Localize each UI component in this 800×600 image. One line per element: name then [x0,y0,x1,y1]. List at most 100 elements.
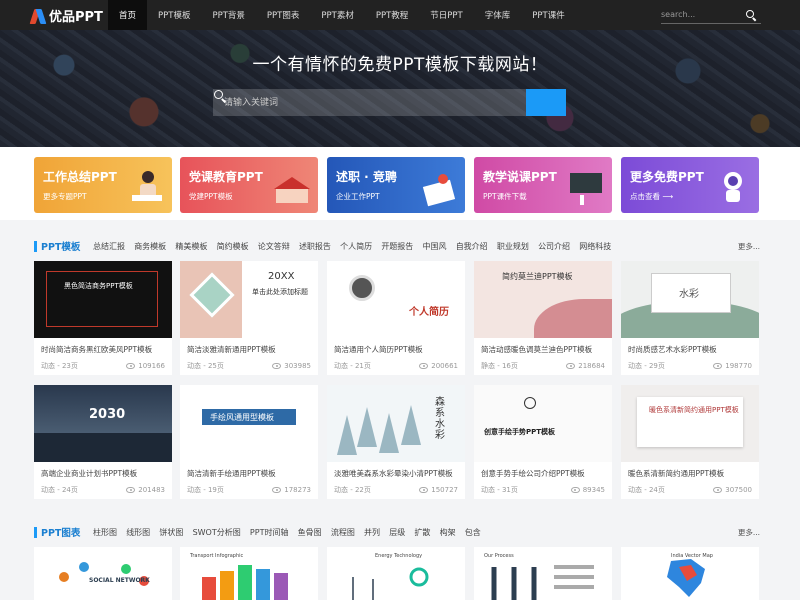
category-banners: 工作总结PPT 更多专题PPT 党课教育PPT 党建PPT模板 述职 · 竞聘 … [0,147,800,220]
tag-link[interactable]: 扩散 [414,527,430,538]
template-card[interactable]: 2030 高端企业商业计划书PPT模板 动态 - 24页 201483 [34,385,172,499]
template-card[interactable]: 黑色简洁商务PPT模板 时尚简洁商务黑红欧美风PPT模板 动态 - 23页 109… [34,261,172,375]
template-card[interactable]: 森系水彩 淡雅唯美森系水彩晕染小清PPT模板 动态 - 22页 150727 [327,385,465,499]
nav-link-charts[interactable]: PPT图表 [256,0,310,30]
tag-link[interactable]: 论文答辩 [258,241,290,252]
hero-search-button[interactable] [214,89,566,116]
category-title: 党课教育PPT [189,170,263,184]
template-card[interactable]: 创意手绘手势PPT模板 创意手势手绘公司介绍PPT模板 动态 - 31页 8934… [474,385,612,499]
more-link[interactable]: 更多... [738,527,760,538]
chart-thumbnail[interactable]: SOCIAL NETWORK [34,547,172,600]
template-title[interactable]: 时尚质感艺术水彩PPT模板 [628,344,756,355]
template-thumbnail[interactable]: 个人简历 [327,261,465,338]
search-icon[interactable] [745,9,757,21]
section-title[interactable]: PPT图表 [41,525,80,539]
tag-link[interactable]: 包含 [465,527,481,538]
template-card[interactable]: 个人简历 简洁通用个人简历PPT模板 动态 - 21页 200661 [327,261,465,375]
template-title[interactable]: 简洁清新手绘通用PPT模板 [187,468,315,479]
chart-thumbnail[interactable]: Transport Infographic [180,547,318,600]
tag-link[interactable]: 开题报告 [381,241,413,252]
hero-search-input[interactable] [213,89,526,116]
eye-icon [566,363,576,369]
template-title[interactable]: 简洁通用个人简历PPT模板 [334,344,462,355]
nav-search-input[interactable] [661,6,745,23]
nav-link-fonts[interactable]: 字体库 [474,0,522,30]
template-title[interactable]: 时尚简洁商务黑红欧美风PPT模板 [41,344,169,355]
chart-card[interactable]: Transport Infographic [180,547,318,600]
category-title: 工作总结PPT [43,170,117,184]
view-count: 307500 [725,486,752,494]
eye-icon [419,363,429,369]
nav-link-courseware[interactable]: PPT课件 [521,0,575,30]
template-thumbnail[interactable]: 黑色简洁商务PPT模板 [34,261,172,338]
template-title[interactable]: 淡雅唯美森系水彩晕染小清PPT模板 [334,468,462,479]
category-teaching[interactable]: 教学说课PPT PPT课件下载 [474,157,612,213]
person-laptop-icon [132,171,162,201]
category-party-education[interactable]: 党课教育PPT 党建PPT模板 [180,157,318,213]
chart-thumbnail[interactable]: Energy Technology [327,547,465,600]
template-meta: 动态 - 25页 [187,362,224,370]
template-thumbnail[interactable]: 简约莫兰迪PPT模板 [474,261,612,338]
tag-link[interactable]: 总结汇报 [93,241,125,252]
more-link[interactable]: 更多... [738,241,760,252]
template-title[interactable]: 暖色系清新简约通用PPT模板 [628,468,756,479]
template-title[interactable]: 创意手势手绘公司介绍PPT模板 [481,468,609,479]
chart-thumbnail[interactable]: India Vector Map [621,547,759,600]
template-thumbnail[interactable]: 2030 [34,385,172,462]
template-title[interactable]: 简洁动感暖色调莫兰迪色PPT模板 [481,344,609,355]
tag-link[interactable]: 构架 [440,527,456,538]
nav-link-templates[interactable]: PPT模板 [147,0,201,30]
tag-link[interactable]: 述职报告 [299,241,331,252]
chart-card[interactable]: Our Process [474,547,612,600]
nav-link-home[interactable]: 首页 [108,0,148,30]
chart-thumbnail[interactable]: Our Process [474,547,612,600]
nav-link-materials[interactable]: PPT素材 [310,0,364,30]
tag-link[interactable]: PPT时间轴 [250,527,289,538]
tag-link[interactable]: 商务模板 [134,241,166,252]
tag-link[interactable]: 流程图 [331,527,355,538]
nav-link-holidays[interactable]: 节日PPT [419,0,473,30]
category-work-summary[interactable]: 工作总结PPT 更多专题PPT [34,157,172,213]
template-title[interactable]: 高端企业商业计划书PPT模板 [41,468,169,479]
chart-card[interactable]: SOCIAL NETWORK [34,547,172,600]
template-card[interactable]: 水彩 时尚质感艺术水彩PPT模板 动态 - 29页 198770 [621,261,759,375]
template-thumbnail[interactable]: 手绘风通用型模板 [180,385,318,462]
tag-link[interactable]: 职业规划 [497,241,529,252]
chart-card[interactable]: Energy Technology [327,547,465,600]
category-more-free[interactable]: 更多免费PPT 点击查看 ⟶ [621,157,759,213]
tag-link[interactable]: 自我介绍 [456,241,488,252]
tag-link[interactable]: 层级 [389,527,405,538]
template-thumbnail[interactable]: 森系水彩 [327,385,465,462]
tag-link[interactable]: 线形图 [126,527,150,538]
hero-banner: 一个有情怀的免费PPT模板下载网站！ [0,30,800,147]
template-card[interactable]: 20XX 单击此处添加标题 简洁淡雅清新通用PPT模板 动态 - 25页 30398… [180,261,318,375]
template-meta: 动态 - 21页 [334,362,371,370]
template-title[interactable]: 简洁淡雅清新通用PPT模板 [187,344,315,355]
tag-link[interactable]: 柱形图 [93,527,117,538]
nav-link-tutorials[interactable]: PPT教程 [365,0,419,30]
tag-link[interactable]: 并列 [364,527,380,538]
nav-link-backgrounds[interactable]: PPT背景 [201,0,255,30]
chart-card[interactable]: India Vector Map [621,547,759,600]
tag-link[interactable]: 个人简历 [340,241,372,252]
template-card[interactable]: 简约莫兰迪PPT模板 简洁动感暖色调莫兰迪色PPT模板 静态 - 16页 2186… [474,261,612,375]
site-logo[interactable]: 优品PPT [29,6,103,25]
template-thumbnail[interactable]: 20XX 单击此处添加标题 [180,261,318,338]
tag-link[interactable]: 中国风 [423,241,447,252]
tag-link[interactable]: SWOT分析图 [193,527,241,538]
template-card[interactable]: 手绘风通用型模板 简洁清新手绘通用PPT模板 动态 - 19页 178273 [180,385,318,499]
template-thumbnail[interactable]: 水彩 [621,261,759,338]
tag-link[interactable]: 网络科技 [579,241,611,252]
template-thumbnail[interactable]: 创意手绘手势PPT模板 [474,385,612,462]
section-title[interactable]: PPT模板 [41,239,80,253]
template-card[interactable]: 暖色系清新简约通用PPT模板 暖色系清新简约通用PPT模板 动态 - 24页 30… [621,385,759,499]
template-thumbnail[interactable]: 暖色系清新简约通用PPT模板 [621,385,759,462]
tag-link[interactable]: 公司介绍 [538,241,570,252]
tag-link[interactable]: 简约模板 [217,241,249,252]
category-work-report[interactable]: 述职 · 竞聘 企业工作PPT [327,157,465,213]
tag-link[interactable]: 精美模板 [175,241,207,252]
tag-link[interactable]: 饼状图 [159,527,183,538]
tag-link[interactable]: 鱼骨图 [298,527,322,538]
logo-text: 优品PPT [49,10,103,25]
chart-section-header: PPT图表 柱形图 线形图 饼状图 SWOT分析图 PPT时间轴 鱼骨图 流程图… [34,522,760,542]
